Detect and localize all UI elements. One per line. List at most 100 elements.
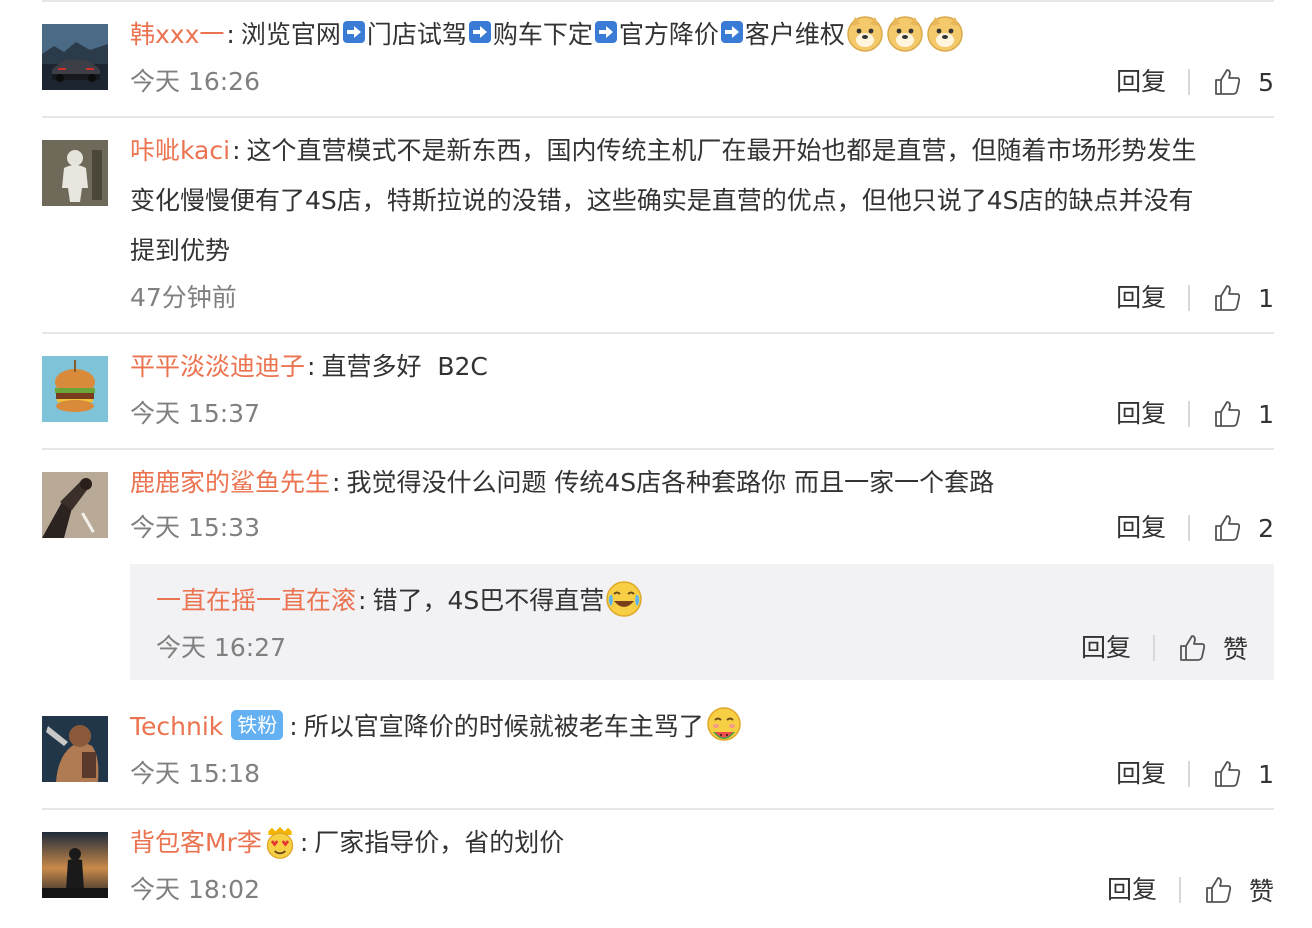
comment-time: 今天 16:26: [130, 67, 260, 96]
like-button[interactable]: 2: [1212, 513, 1274, 543]
eating-watermelon-emoji-icon: [706, 707, 741, 741]
comment-text: 背包客Mr李: 厂家指导价，省的划价: [130, 818, 1274, 868]
avatar[interactable]: [42, 24, 108, 90]
colon: :: [226, 20, 235, 49]
comment-body: 直营多好 B2C: [321, 352, 488, 381]
like-button[interactable]: 1: [1212, 759, 1274, 789]
username-link[interactable]: 平平淡淡迪迪子: [130, 352, 305, 381]
colon: :: [358, 586, 367, 615]
right-arrow-icon: [720, 21, 743, 43]
like-count: 1: [1258, 283, 1274, 313]
username-link[interactable]: Technik: [130, 712, 223, 741]
comment-text: 咔呲kaci: 这个直营模式不是新东西，国内传统主机厂在最开始也都是直营，但随着市…: [130, 126, 1274, 276]
comment-text: 平平淡淡迪迪子: 直营多好 B2C: [130, 342, 1274, 392]
sub-reply-body: 错了，4S巴不得直营: [372, 586, 605, 615]
action-divider: [1188, 401, 1191, 427]
sub-reply-time: 今天 16:27: [156, 633, 286, 662]
username-link[interactable]: 一直在摇一直在滚: [156, 586, 356, 615]
username-link[interactable]: 韩xxx一: [130, 20, 224, 49]
colon: :: [307, 352, 316, 381]
like-button[interactable]: 1: [1212, 399, 1274, 429]
comment-time: 今天 18:02: [130, 875, 260, 904]
sub-reply-text: 一直在摇一直在滚: 错了，4S巴不得直营: [156, 576, 644, 626]
step-text: 购车下定: [492, 20, 593, 49]
like-button[interactable]: 赞: [1203, 872, 1274, 908]
comment-line: 这个直营模式不是新东西，国内传统主机厂在最开始也都是直营，但随着市场形势发生: [246, 136, 1197, 165]
comment-time: 47分钟前: [130, 283, 237, 312]
reply-button[interactable]: 回复: [1116, 508, 1166, 548]
comment-item: 背包客Mr李: 厂家指导价，省的划价 今天 18:02 回复 赞: [42, 810, 1274, 928]
thumbs-up-icon: [1215, 285, 1241, 311]
avatar[interactable]: [42, 832, 108, 898]
comment-time: 今天 15:33: [130, 513, 260, 542]
reply-button[interactable]: 回复: [1107, 870, 1157, 910]
avatar[interactable]: [42, 140, 108, 206]
action-divider: [1188, 69, 1191, 95]
love-eyes-emoji-icon: [266, 826, 294, 859]
like-count: 5: [1258, 67, 1274, 97]
thumbs-up-icon: [1215, 401, 1241, 427]
comment-line: 提到优势: [130, 236, 231, 265]
colon: :: [299, 828, 309, 857]
right-arrow-icon: [342, 21, 365, 43]
comment-line: 变化慢慢便有了4S店，特斯拉说的没错，这些确实是直营的优点，但他只说了4S店的缺…: [130, 186, 1194, 215]
avatar[interactable]: [42, 472, 108, 538]
comment-body: 厂家指导价，省的划价: [314, 828, 565, 857]
like-label: 赞: [1222, 635, 1248, 664]
comment-body: 我觉得没什么问题 传统4S店各种套路你 而且一家一个套路: [346, 468, 995, 497]
thumbs-up-icon: [1215, 515, 1241, 541]
avatar[interactable]: [42, 356, 108, 422]
like-count: 1: [1258, 759, 1274, 789]
right-arrow-icon: [594, 21, 617, 43]
step-text: 门店试驾: [366, 20, 467, 49]
doge-emoji-icon: [887, 16, 923, 52]
username-link[interactable]: 咔呲kaci: [130, 136, 230, 165]
comment-item: Technik 铁粉: 所以官宣降价的时候就被老车主骂了 今天 15:18 回复 1: [42, 692, 1274, 810]
username-link[interactable]: 鹿鹿家的鲨鱼先生: [130, 468, 330, 497]
like-count: 1: [1258, 399, 1274, 429]
thumbs-up-icon: [1215, 69, 1241, 95]
step-text: 客户维权: [744, 20, 845, 49]
like-count: 2: [1258, 513, 1274, 543]
colon: :: [289, 712, 298, 741]
thumbs-up-icon: [1215, 761, 1241, 787]
comment-item: 平平淡淡迪迪子: 直营多好 B2C 今天 15:37 回复 1: [42, 334, 1274, 450]
reply-button[interactable]: 回复: [1116, 754, 1166, 794]
comment-item: 鹿鹿家的鲨鱼先生: 我觉得没什么问题 传统4S店各种套路你 而且一家一个套路 今天…: [42, 450, 1274, 692]
comment-item: 韩xxx一: 浏览官网 门店试驾 购车下定 官方降价 客户维权 今天 16:26 回复 5: [42, 0, 1274, 118]
doge-emoji-icon: [927, 16, 963, 52]
comment-time: 今天 15:37: [130, 399, 260, 428]
comment-text: Technik 铁粉: 所以官宣降价的时候就被老车主骂了: [130, 702, 1274, 752]
action-divider: [1188, 515, 1191, 541]
thumbs-up-icon: [1206, 877, 1232, 903]
comment-body: 所以官宣降价的时候就被老车主骂了: [303, 712, 704, 741]
reply-button[interactable]: 回复: [1116, 62, 1166, 102]
avatar[interactable]: [42, 716, 108, 782]
like-button[interactable]: 赞: [1177, 630, 1248, 666]
doge-emoji-icon: [847, 16, 883, 52]
like-label: 赞: [1248, 877, 1274, 906]
thumbs-up-icon: [1180, 635, 1206, 661]
reply-button[interactable]: 回复: [1081, 628, 1131, 668]
action-divider: [1178, 877, 1181, 903]
sub-reply-box: 一直在摇一直在滚: 错了，4S巴不得直营 今天 16:27 回复 赞: [130, 564, 1274, 680]
reply-button[interactable]: 回复: [1116, 278, 1166, 318]
fan-badge[interactable]: 铁粉: [231, 710, 284, 740]
comment-item: 咔呲kaci: 这个直营模式不是新东西，国内传统主机厂在最开始也都是直营，但随着市…: [42, 118, 1274, 334]
action-divider: [1188, 285, 1191, 311]
comment-text: 韩xxx一: 浏览官网 门店试驾 购车下定 官方降价 客户维权: [130, 10, 1274, 60]
like-button[interactable]: 1: [1212, 283, 1274, 313]
comment-time: 今天 15:18: [130, 759, 260, 788]
username-link[interactable]: 背包客Mr李: [130, 828, 262, 857]
colon: :: [332, 468, 341, 497]
step-text: 官方降价: [618, 20, 719, 49]
reply-button[interactable]: 回复: [1116, 394, 1166, 434]
laugh-cry-emoji-icon: [606, 581, 642, 617]
step-text: 浏览官网: [240, 20, 341, 49]
like-button[interactable]: 5: [1212, 67, 1274, 97]
action-divider: [1188, 761, 1191, 787]
colon: :: [232, 136, 241, 165]
action-divider: [1152, 635, 1155, 661]
comment-text: 鹿鹿家的鲨鱼先生: 我觉得没什么问题 传统4S店各种套路你 而且一家一个套路: [130, 458, 1274, 508]
right-arrow-icon: [468, 21, 491, 43]
